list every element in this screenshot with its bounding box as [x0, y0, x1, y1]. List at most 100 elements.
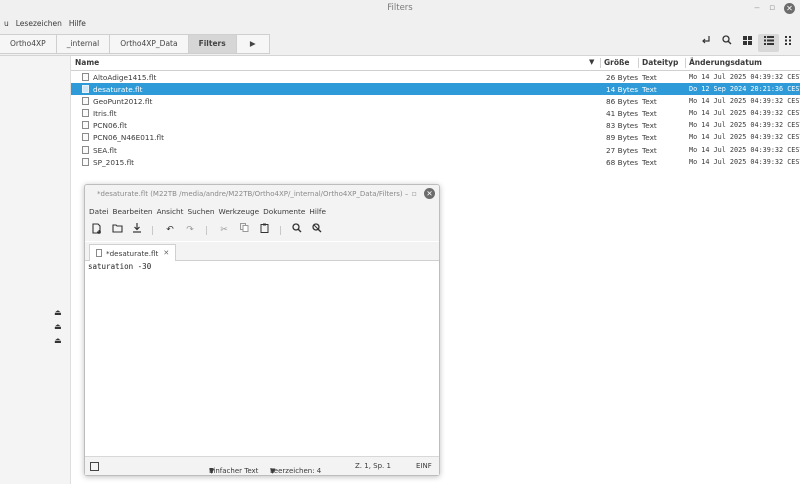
chevron-down-icon: ▼: [270, 467, 276, 475]
editor-toolbar: ↶ ↷ ✂: [85, 219, 439, 241]
breadcrumb-ortho4xp[interactable]: Ortho4XP: [0, 34, 57, 54]
file-row[interactable]: SP_2015.flt 68 Bytes Text Mo 14 Jul 2025 04…: [71, 156, 800, 168]
editor-text-area[interactable]: saturation -30: [88, 262, 151, 271]
find-icon[interactable]: [290, 223, 304, 237]
editor-menu-search[interactable]: Suchen: [188, 207, 215, 216]
editor-title: *desaturate.flt (M22TB /media/andre/M22T…: [97, 190, 409, 198]
file-row[interactable]: GeoPunt2012.flt 86 Bytes Text Mo 14 Jul 202…: [71, 95, 800, 107]
column-header-name[interactable]: Name: [75, 58, 99, 67]
side-panel-toggle-icon[interactable]: [90, 462, 99, 471]
editor-tab-label: *desaturate.flt: [106, 248, 159, 258]
file-row[interactable]: SEA.flt 27 Bytes Text Mo 14 Jul 2025 04:39:…: [71, 144, 800, 156]
text-file-icon: [82, 121, 89, 130]
maximize-icon[interactable]: ▫: [766, 3, 778, 13]
list-view-icon[interactable]: [758, 34, 779, 52]
text-editor-window: *desaturate.flt (M22TB /media/andre/M22T…: [84, 184, 440, 476]
eject-icon[interactable]: ⏏: [54, 336, 64, 345]
file-modified: Mo 14 Jul 2025 04:39:32 CEST: [689, 121, 800, 130]
menu-item-edit-partial[interactable]: u: [4, 19, 9, 28]
file-type: Text: [642, 145, 657, 155]
file-modified: Mo 14 Jul 2025 04:39:32 CEST: [689, 109, 800, 118]
window-title: Filters: [387, 3, 413, 13]
editor-maximize-icon[interactable]: ▫: [412, 189, 417, 198]
file-name: GeoPunt2012.flt: [93, 96, 153, 106]
file-list: Name ▼ Größe Dateityp Änderungsdatum Alt…: [71, 56, 800, 169]
file-name: SEA.flt: [93, 145, 117, 155]
file-manager-titlebar: Filters ‒ ▫ ✕: [0, 0, 800, 16]
eject-icon[interactable]: ⏏: [54, 322, 64, 331]
breadcrumb-internal[interactable]: _internal: [56, 34, 111, 54]
breadcrumb-filters[interactable]: Filters: [188, 34, 237, 54]
file-manager-menubar: u Lesezeichen Hilfe: [0, 16, 800, 31]
grid-view-icon[interactable]: [737, 34, 758, 52]
column-header-modified[interactable]: Änderungsdatum: [689, 58, 762, 67]
find-replace-icon[interactable]: [310, 223, 324, 237]
editor-menu-view[interactable]: Ansicht: [157, 207, 184, 216]
document-icon: [96, 249, 102, 257]
toolbar-separator: [152, 226, 153, 235]
editor-menubar: Datei Bearbeiten Ansicht Suchen Werkzeug…: [85, 203, 439, 219]
sidebar: ⏏ ⏏ ⏏: [0, 56, 71, 484]
file-size: 26 Bytes: [606, 72, 639, 82]
file-row[interactable]: PCN06_N46E011.flt 89 Bytes Text Mo 14 Jul 2…: [71, 132, 800, 144]
file-row[interactable]: desaturate.flt 14 Bytes Text Do 12 Sep 2024…: [71, 83, 800, 96]
editor-menu-documents[interactable]: Dokumente: [263, 207, 305, 216]
editor-menu-file[interactable]: Datei: [89, 207, 108, 216]
text-file-icon: [82, 109, 89, 118]
editor-tabbar: *desaturate.flt ✕: [85, 242, 439, 261]
toolbar-separator: [206, 226, 207, 235]
cut-icon[interactable]: ✂: [217, 223, 231, 237]
editor-menu-help[interactable]: Hilfe: [309, 207, 326, 216]
editor-close-icon[interactable]: ✕: [424, 188, 435, 199]
editor-tab-desaturate[interactable]: *desaturate.flt ✕: [89, 244, 177, 261]
file-type: Text: [642, 133, 657, 143]
compact-view-icon[interactable]: [779, 34, 800, 52]
new-folder-icon[interactable]: [695, 34, 716, 52]
file-name: desaturate.flt: [93, 84, 143, 94]
file-row[interactable]: AltoAdige1415.flt 26 Bytes Text Mo 14 Jul 2…: [71, 71, 800, 83]
file-type: Text: [642, 72, 657, 82]
search-icon[interactable]: [716, 34, 737, 52]
redo-icon[interactable]: ↷: [183, 223, 197, 237]
chevron-down-icon: ▼: [209, 467, 215, 475]
column-header-size[interactable]: Größe: [604, 58, 630, 67]
sort-indicator-icon[interactable]: ▼: [589, 58, 594, 66]
cursor-position: Z. 1, Sp. 1: [355, 462, 391, 470]
open-folder-icon[interactable]: [110, 223, 124, 237]
file-list-header: Name ▼ Größe Dateityp Änderungsdatum: [71, 56, 800, 71]
file-modified: Mo 14 Jul 2025 04:39:32 CEST: [689, 157, 800, 166]
insert-mode: EINF: [416, 462, 432, 470]
new-document-icon[interactable]: [90, 223, 104, 237]
paste-icon[interactable]: [257, 223, 271, 237]
file-modified: Do 12 Sep 2024 20:21:36 CEST: [689, 84, 800, 93]
text-file-icon: [82, 145, 89, 154]
file-size: 41 Bytes: [606, 109, 639, 119]
file-name: Itris.flt: [93, 109, 117, 119]
close-icon[interactable]: ✕: [784, 2, 795, 14]
editor-menu-tools[interactable]: Werkzeuge: [219, 207, 260, 216]
file-name: AltoAdige1415.flt: [93, 72, 157, 82]
breadcrumb-next-icon[interactable]: ▶: [236, 34, 270, 54]
file-size: 89 Bytes: [606, 133, 639, 143]
view-controls: [695, 34, 800, 52]
undo-icon[interactable]: ↶: [163, 223, 177, 237]
breadcrumb: Ortho4XP _internal Ortho4XP_Data Filters…: [0, 34, 270, 54]
column-header-type[interactable]: Dateityp: [642, 58, 678, 67]
save-icon[interactable]: [130, 223, 144, 237]
copy-icon[interactable]: [237, 223, 251, 237]
eject-icon[interactable]: ⏏: [54, 308, 64, 317]
breadcrumb-ortho4xp-data[interactable]: Ortho4XP_Data: [110, 34, 189, 54]
menu-item-help[interactable]: Hilfe: [69, 19, 86, 28]
editor-statusbar: Einfacher Text ▼ Leerzeichen: 4 ▼ Z. 1, …: [85, 456, 439, 475]
editor-menu-edit[interactable]: Bearbeiten: [112, 207, 152, 216]
file-row[interactable]: PCN06.flt 83 Bytes Text Mo 14 Jul 2025 04:3…: [71, 120, 800, 132]
file-type: Text: [642, 84, 657, 94]
minimize-icon[interactable]: ‒: [751, 3, 763, 13]
file-type: Text: [642, 109, 657, 119]
menu-item-bookmarks[interactable]: Lesezeichen: [16, 19, 62, 28]
file-rows: AltoAdige1415.flt 26 Bytes Text Mo 14 Jul 2…: [71, 71, 800, 169]
text-file-icon: [82, 157, 89, 166]
tab-close-icon[interactable]: ✕: [163, 249, 169, 257]
editor-titlebar: *desaturate.flt (M22TB /media/andre/M22T…: [85, 185, 439, 203]
file-row[interactable]: Itris.flt 41 Bytes Text Mo 14 Jul 2025 04:3…: [71, 108, 800, 120]
